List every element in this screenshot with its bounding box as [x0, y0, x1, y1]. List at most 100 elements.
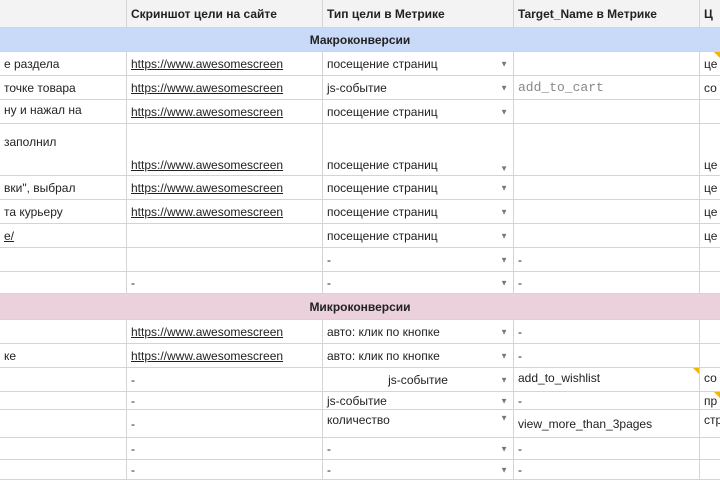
screenshot-link[interactable]: https://www.awesomescreen — [131, 205, 283, 219]
header-cell-screenshot[interactable]: Скриншот цели на сайте — [127, 0, 323, 28]
cell-goal[interactable]: це — [700, 52, 720, 76]
dropdown-arrow-icon[interactable]: ▼ — [500, 107, 508, 116]
cell-description[interactable] — [0, 368, 127, 392]
cell-goal[interactable]: со — [700, 76, 720, 100]
cell-goal[interactable]: стр — [700, 410, 720, 438]
dropdown-arrow-icon[interactable]: ▼ — [500, 327, 508, 336]
dropdown-arrow-icon[interactable]: ▼ — [500, 59, 508, 68]
dropdown-arrow-icon[interactable]: ▼ — [500, 465, 508, 474]
cell-target-name[interactable] — [514, 176, 700, 200]
header-cell-a[interactable] — [0, 0, 127, 28]
cell-description[interactable]: заполнил — [0, 124, 127, 176]
cell-screenshot-link[interactable]: https://www.awesomescreen — [127, 320, 323, 344]
cell-goal[interactable]: це — [700, 224, 720, 248]
cell-target-name[interactable]: add_to_cart — [514, 76, 700, 100]
cell-target-name[interactable]: - — [514, 272, 700, 294]
description-link[interactable]: e/ — [4, 229, 14, 243]
cell-goal-type[interactable]: посещение страниц ▼ — [323, 124, 514, 176]
cell-target-name[interactable]: - — [514, 320, 700, 344]
cell-description[interactable]: e/ — [0, 224, 127, 248]
cell-goal[interactable]: со — [700, 368, 720, 392]
cell-goal-type[interactable]: - ▼ — [323, 438, 514, 460]
screenshot-link[interactable]: https://www.awesomescreen — [131, 181, 283, 195]
cell-target-name[interactable]: - — [514, 438, 700, 460]
header-cell-target-name[interactable]: Target_Name в Метрике — [514, 0, 700, 28]
cell-screenshot-link[interactable]: - — [127, 272, 323, 294]
cell-goal[interactable] — [700, 438, 720, 460]
cell-goal-type[interactable]: посещение страниц ▼ — [323, 176, 514, 200]
cell-screenshot-link[interactable]: - — [127, 438, 323, 460]
cell-goal[interactable]: це — [700, 200, 720, 224]
cell-target-name[interactable]: - — [514, 248, 700, 272]
screenshot-link[interactable]: https://www.awesomescreen — [131, 57, 283, 71]
cell-description[interactable] — [0, 320, 127, 344]
cell-description[interactable]: вки", выбрал — [0, 176, 127, 200]
cell-goal[interactable] — [700, 272, 720, 294]
cell-target-name[interactable]: view_more_than_3pages — [514, 410, 700, 438]
cell-target-name[interactable] — [514, 200, 700, 224]
cell-target-name[interactable]: - — [514, 344, 700, 368]
cell-goal-type[interactable]: авто: клик по кнопке ▼ — [323, 344, 514, 368]
dropdown-arrow-icon[interactable]: ▼ — [500, 444, 508, 453]
cell-target-name[interactable]: - — [514, 460, 700, 480]
cell-description[interactable]: е раздела — [0, 52, 127, 76]
cell-goal-type[interactable]: посещение страниц ▼ — [323, 200, 514, 224]
cell-description[interactable] — [0, 248, 127, 272]
screenshot-link[interactable]: https://www.awesomescreen — [131, 81, 283, 95]
cell-screenshot-link[interactable]: https://www.awesomescreen — [127, 176, 323, 200]
header-cell-e[interactable]: Ц — [700, 0, 720, 28]
cell-goal[interactable]: пр — [700, 392, 720, 410]
cell-target-name[interactable] — [514, 124, 700, 176]
cell-screenshot-link[interactable]: https://www.awesomescreen — [127, 100, 323, 124]
cell-goal-type[interactable]: - ▼ — [323, 272, 514, 294]
cell-screenshot-link[interactable]: https://www.awesomescreen — [127, 76, 323, 100]
cell-target-name[interactable] — [514, 100, 700, 124]
cell-description[interactable]: точке товара — [0, 76, 127, 100]
cell-description[interactable] — [0, 272, 127, 294]
dropdown-arrow-icon[interactable]: ▼ — [500, 83, 508, 92]
comment-marker-icon[interactable] — [714, 52, 720, 58]
cell-target-name[interactable]: - — [514, 392, 700, 410]
cell-screenshot-link[interactable]: - — [127, 392, 323, 410]
cell-goal-type[interactable]: - ▼ — [323, 248, 514, 272]
screenshot-link[interactable]: https://www.awesomescreen — [131, 158, 283, 172]
cell-description[interactable] — [0, 460, 127, 480]
cell-target-name[interactable]: add_to_wishlist — [514, 368, 700, 392]
cell-screenshot-link[interactable]: - — [127, 368, 323, 392]
dropdown-arrow-icon[interactable]: ▼ — [500, 396, 508, 405]
cell-target-name[interactable] — [514, 224, 700, 248]
cell-goal-type[interactable]: - ▼ — [323, 460, 514, 480]
cell-target-name[interactable] — [514, 52, 700, 76]
cell-description[interactable] — [0, 410, 127, 438]
dropdown-arrow-icon[interactable]: ▼ — [500, 414, 508, 423]
micro-section-title[interactable]: Микроконверсии — [0, 294, 720, 320]
cell-goal[interactable] — [700, 460, 720, 480]
dropdown-arrow-icon[interactable]: ▼ — [500, 207, 508, 216]
cell-goal-type[interactable]: авто: клик по кнопке ▼ — [323, 320, 514, 344]
comment-marker-icon[interactable] — [714, 392, 720, 398]
cell-screenshot-link[interactable]: - — [127, 410, 323, 438]
screenshot-link[interactable]: https://www.awesomescreen — [131, 325, 283, 339]
dropdown-arrow-icon[interactable]: ▼ — [500, 183, 508, 192]
cell-goal[interactable]: це — [700, 176, 720, 200]
cell-description[interactable]: та курьеру — [0, 200, 127, 224]
dropdown-arrow-icon[interactable]: ▼ — [500, 164, 508, 173]
cell-goal[interactable] — [700, 320, 720, 344]
cell-screenshot-link[interactable]: https://www.awesomescreen — [127, 344, 323, 368]
screenshot-link[interactable]: https://www.awesomescreen — [131, 105, 283, 119]
cell-screenshot-link[interactable]: https://www.awesomescreen — [127, 124, 323, 176]
cell-goal-type[interactable]: посещение страниц ▼ — [323, 52, 514, 76]
cell-goal[interactable] — [700, 248, 720, 272]
cell-goal[interactable]: це — [700, 124, 720, 176]
cell-goal-type[interactable]: количество ▼ — [323, 410, 514, 438]
cell-goal-type[interactable]: посещение страниц ▼ — [323, 100, 514, 124]
cell-description[interactable] — [0, 438, 127, 460]
cell-goal-type[interactable]: js-событие ▼ — [323, 368, 514, 392]
cell-goal-type[interactable]: js-событие ▼ — [323, 76, 514, 100]
cell-screenshot-link[interactable] — [127, 248, 323, 272]
cell-screenshot-link[interactable]: - — [127, 460, 323, 480]
cell-screenshot-link[interactable]: https://www.awesomescreen — [127, 200, 323, 224]
dropdown-arrow-icon[interactable]: ▼ — [500, 278, 508, 287]
cell-screenshot-link[interactable]: https://www.awesomescreen — [127, 52, 323, 76]
cell-goal-type[interactable]: js-событие ▼ — [323, 392, 514, 410]
